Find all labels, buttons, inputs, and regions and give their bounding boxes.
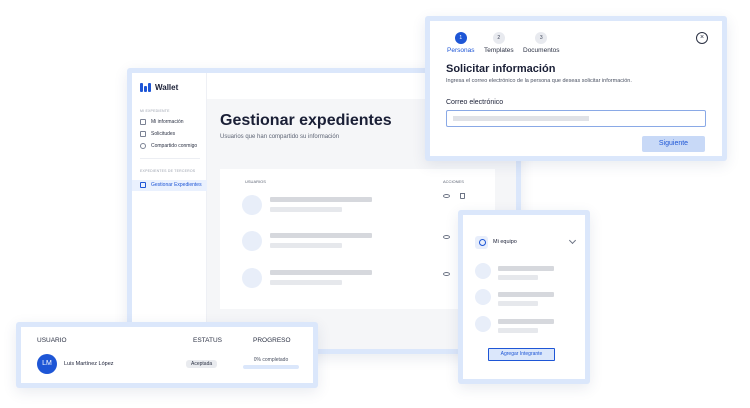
column-header-usuario: Usuario <box>37 337 67 344</box>
modal-title: Solicitar información <box>446 63 556 75</box>
add-member-button[interactable]: Agregar Integrante <box>488 348 555 361</box>
team-name: Mi equipo <box>493 239 517 245</box>
member-detail-placeholder <box>498 328 538 333</box>
user-status-card: Usuario Estatus Progreso LM Luis Martíne… <box>16 322 318 388</box>
sidebar-section-label: Expedientes de terceros <box>140 169 196 173</box>
team-panel: Mi equipo Agregar Integrante <box>458 210 590 384</box>
stage: Wallet Mi expediente Mi información Soli… <box>0 0 750 408</box>
page-title: Gestionar expedientes <box>220 112 392 129</box>
logo[interactable]: Wallet <box>140 83 178 92</box>
logo-text: Wallet <box>155 83 179 92</box>
progress-bar <box>243 365 299 369</box>
member-avatar-placeholder <box>475 263 491 279</box>
member-avatar-placeholder <box>475 289 491 305</box>
member-name-placeholder <box>498 266 554 271</box>
member-detail-placeholder <box>498 275 538 280</box>
row-detail-placeholder <box>270 280 342 285</box>
team-selector[interactable]: Mi equipo <box>475 233 577 251</box>
row-name-placeholder <box>270 197 372 202</box>
inbox-icon <box>140 131 146 137</box>
close-icon[interactable]: × <box>696 32 708 44</box>
step-number: 2 <box>492 32 505 44</box>
row-avatar-placeholder <box>242 268 262 288</box>
sidebar-item-gestionar[interactable]: Gestionar Expedientes <box>140 182 202 188</box>
request-info-modal: 1 Personas 2 Templates 3 Documentos × So… <box>425 16 727 161</box>
email-field-placeholder-bar <box>453 116 589 121</box>
step-templates[interactable]: 2 Templates <box>484 32 514 54</box>
lock-icon <box>140 119 146 125</box>
step-label: Personas <box>447 47 475 54</box>
row-name-placeholder <box>270 270 372 275</box>
column-header-usuarios: Usuarios <box>245 179 266 184</box>
eye-icon[interactable] <box>443 235 450 239</box>
sidebar: Wallet Mi expediente Mi información Soli… <box>132 73 207 349</box>
modal-inner: 1 Personas 2 Templates 3 Documentos × So… <box>430 21 722 156</box>
member-name-placeholder <box>498 292 554 297</box>
next-button[interactable]: Siguiente <box>642 136 705 152</box>
sidebar-item-mi-informacion[interactable]: Mi información <box>140 119 184 125</box>
email-field[interactable] <box>446 110 706 127</box>
column-header-progreso: Progreso <box>253 337 291 344</box>
sidebar-item-solicitudes[interactable]: Solicitudes <box>140 131 175 137</box>
eye-icon[interactable] <box>443 194 450 198</box>
sidebar-section-label: Mi expediente <box>140 109 170 113</box>
sidebar-divider <box>140 158 200 159</box>
sidebar-item-compartido[interactable]: Compartido conmigo <box>140 143 197 149</box>
row-avatar-placeholder <box>242 195 262 215</box>
row-name-placeholder <box>270 233 372 238</box>
progress-text: 0% completado <box>253 357 289 363</box>
step-number: 1 <box>454 32 467 44</box>
team-panel-inner: Mi equipo Agregar Integrante <box>463 215 585 379</box>
row-detail-placeholder <box>270 207 342 212</box>
step-documentos[interactable]: 3 Documentos <box>523 32 560 54</box>
avatar: LM <box>37 354 57 374</box>
row-detail-placeholder <box>270 243 342 248</box>
member-avatar-placeholder <box>475 316 491 332</box>
eye-icon[interactable] <box>443 272 450 276</box>
wallet-logo-icon <box>140 83 151 92</box>
sidebar-item-label: Gestionar Expedientes <box>151 182 202 188</box>
trash-icon[interactable] <box>460 193 465 199</box>
member-detail-placeholder <box>498 301 538 306</box>
team-icon <box>475 235 488 249</box>
sidebar-item-label: Compartido conmigo <box>151 143 198 149</box>
email-field-label: Correo electrónico <box>446 99 504 106</box>
sidebar-item-label: Solicitudes <box>151 131 176 137</box>
share-icon <box>140 143 146 149</box>
user-name[interactable]: Luis Martínez López <box>64 361 114 367</box>
row-avatar-placeholder <box>242 231 262 251</box>
page-subtitle: Usuarios que han compartido su informaci… <box>220 134 340 140</box>
status-badge: Aceptada <box>186 360 218 368</box>
step-number: 3 <box>535 32 548 44</box>
column-header-acciones: Acciones <box>443 179 464 184</box>
user-status-inner: Usuario Estatus Progreso LM Luis Martíne… <box>21 327 313 383</box>
modal-subtitle: Ingresa el correo electrónico de la pers… <box>446 78 632 84</box>
step-personas[interactable]: 1 Personas <box>447 32 474 54</box>
users-table: Usuarios Acciones <box>220 169 495 309</box>
sidebar-item-label: Mi información <box>151 119 184 125</box>
member-name-placeholder <box>498 319 554 324</box>
step-label: Documentos <box>523 47 560 54</box>
folder-icon <box>140 182 146 188</box>
column-header-estatus: Estatus <box>193 337 223 344</box>
step-label: Templates <box>484 47 514 54</box>
chevron-down-icon <box>568 236 577 245</box>
